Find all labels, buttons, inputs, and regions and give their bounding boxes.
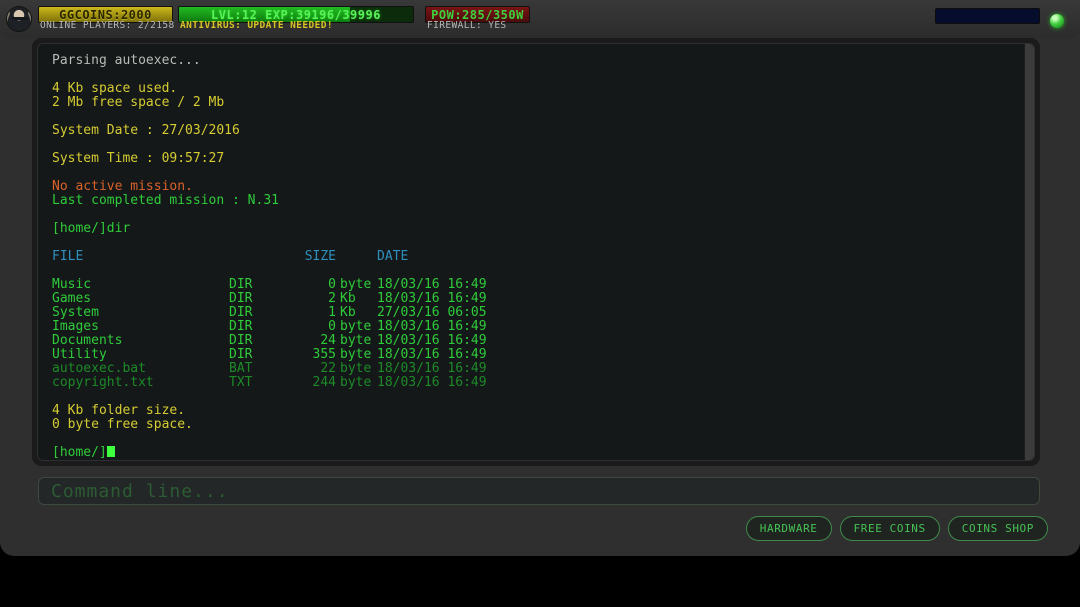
file-date: 18/03/16 16:49 bbox=[377, 319, 487, 334]
terminal-line: 4 Kb folder size. bbox=[52, 403, 186, 418]
terminal-scrollbar[interactable] bbox=[1024, 44, 1034, 460]
terminal-output: Parsing autoexec... 4 Kb space used. 2 Mb … bbox=[38, 44, 1024, 460]
file-row[interactable]: Music DIR 0 byte 18/03/16 16:49 bbox=[52, 278, 1010, 292]
file-size-unit: byte bbox=[340, 277, 372, 292]
file-row[interactable]: autoexec.bat BAT 22 byte 18/03/16 16:49 bbox=[52, 362, 1010, 376]
file-type: DIR bbox=[229, 347, 253, 362]
free-coins-button[interactable]: FREE COINS bbox=[839, 516, 940, 541]
hardware-button[interactable]: HARDWARE bbox=[745, 516, 832, 541]
file-date: 18/03/16 16:49 bbox=[377, 333, 487, 348]
terminal-line: 0 byte free space. bbox=[52, 417, 193, 432]
file-type: BAT bbox=[229, 361, 253, 376]
terminal-screen[interactable]: Parsing autoexec... 4 Kb space used. 2 Mb … bbox=[37, 43, 1035, 461]
terminal-line: Parsing autoexec... bbox=[52, 53, 201, 68]
file-name: copyright.txt bbox=[52, 375, 154, 390]
file-size: 1 bbox=[328, 305, 336, 320]
file-name: Games bbox=[52, 291, 92, 306]
file-row[interactable]: Images DIR 0 byte 18/03/16 16:49 bbox=[52, 320, 1010, 334]
file-size-unit: byte bbox=[340, 375, 372, 390]
file-type: DIR bbox=[229, 291, 253, 306]
file-type: DIR bbox=[229, 333, 253, 348]
firewall-status: FIREWALL: YES bbox=[427, 20, 507, 31]
header-date: DATE bbox=[377, 249, 409, 264]
online-players-label: ONLINE PLAYERS: 2/2158 bbox=[40, 20, 175, 31]
avatar-glasses bbox=[12, 17, 28, 20]
power-stat[interactable]: POW:285/350W bbox=[425, 6, 530, 36]
avatar[interactable] bbox=[6, 6, 32, 32]
terminal-line: 4 Kb space used. bbox=[52, 81, 178, 96]
file-size-unit: byte bbox=[340, 319, 372, 334]
file-size: 22 bbox=[320, 361, 336, 376]
file-row[interactable]: System DIR 1 Kb 27/03/16 06:05 bbox=[52, 306, 1010, 320]
terminal-line: 2 Mb free space / 2 Mb bbox=[52, 95, 225, 110]
terminal-line: [home/]dir bbox=[52, 221, 131, 236]
file-row[interactable]: Documents DIR 24 byte 18/03/16 16:49 bbox=[52, 334, 1010, 348]
exp-label: LVL:12 EXP:39196/39996 bbox=[211, 7, 381, 22]
file-date: 18/03/16 16:49 bbox=[377, 375, 487, 390]
file-size: 355 bbox=[312, 347, 336, 362]
terminal-line: No active mission. bbox=[52, 179, 193, 194]
command-line-input[interactable]: Command line... bbox=[38, 477, 1040, 505]
coins-label: GGCOINS:2000 bbox=[59, 7, 152, 22]
file-date: 27/03/16 06:05 bbox=[377, 305, 487, 320]
file-size-unit: byte bbox=[340, 361, 372, 376]
file-type: DIR bbox=[229, 319, 253, 334]
exp-stat[interactable]: LVL:12 EXP:39196/39996 bbox=[178, 6, 414, 36]
file-size: 244 bbox=[312, 375, 336, 390]
file-type: TXT bbox=[229, 375, 253, 390]
file-name: System bbox=[52, 305, 99, 320]
command-line-placeholder: Command line... bbox=[51, 480, 229, 502]
power-label: POW:285/350W bbox=[431, 7, 524, 22]
file-size: 0 bbox=[328, 277, 336, 292]
file-row[interactable]: copyright.txt TXT 244 byte 18/03/16 16:49 bbox=[52, 376, 1010, 390]
file-type: DIR bbox=[229, 305, 253, 320]
connection-status-led-icon bbox=[1050, 14, 1064, 28]
file-row[interactable]: Games DIR 2 Kb 18/03/16 16:49 bbox=[52, 292, 1010, 306]
network-bar bbox=[935, 8, 1040, 24]
file-type: DIR bbox=[229, 277, 253, 292]
file-date: 18/03/16 16:49 bbox=[377, 347, 487, 362]
top-status-bar: GGCOINS:2000 LVL:12 EXP:39196/39996 POW:… bbox=[0, 0, 1080, 38]
file-name: Images bbox=[52, 319, 99, 334]
file-date: 18/03/16 16:49 bbox=[377, 361, 487, 376]
terminal-line: System Date : 27/03/2016 bbox=[52, 123, 240, 138]
terminal-prompt: [home/] bbox=[52, 446, 1010, 460]
file-name: Documents bbox=[52, 333, 123, 348]
file-size-unit: Kb bbox=[340, 291, 356, 306]
game-window: GGCOINS:2000 LVL:12 EXP:39196/39996 POW:… bbox=[0, 0, 1080, 556]
file-size-unit: byte bbox=[340, 333, 372, 348]
exp-bar: LVL:12 EXP:39196/39996 bbox=[178, 6, 414, 23]
file-size-unit: byte bbox=[340, 347, 372, 362]
header-file: FILE bbox=[52, 249, 84, 264]
file-date: 18/03/16 16:49 bbox=[377, 277, 487, 292]
prompt-path: [home/] bbox=[52, 445, 107, 460]
action-button-group: HARDWARE FREE COINS COINS SHOP bbox=[745, 516, 1048, 541]
file-size: 0 bbox=[328, 319, 336, 334]
file-size-unit: Kb bbox=[340, 305, 356, 320]
terminal-line: System Time : 09:57:27 bbox=[52, 151, 225, 166]
terminal-cursor bbox=[106, 446, 115, 457]
file-size: 24 bbox=[320, 333, 336, 348]
file-size: 2 bbox=[328, 291, 336, 306]
file-name: Music bbox=[52, 277, 92, 292]
file-name: autoexec.bat bbox=[52, 361, 146, 376]
coins-shop-button[interactable]: COINS SHOP bbox=[947, 516, 1048, 541]
file-table-header: FILE SIZE DATE bbox=[52, 250, 1010, 264]
file-row[interactable]: Utility DIR 355 byte 18/03/16 16:49 bbox=[52, 348, 1010, 362]
power-bar: POW:285/350W bbox=[425, 6, 530, 23]
terminal-frame: Parsing autoexec... 4 Kb space used. 2 Mb … bbox=[32, 38, 1040, 466]
file-date: 18/03/16 16:49 bbox=[377, 291, 487, 306]
terminal-line: Last completed mission : N.31 bbox=[52, 193, 279, 208]
header-size: SIZE bbox=[304, 249, 336, 264]
file-name: Utility bbox=[52, 347, 107, 362]
